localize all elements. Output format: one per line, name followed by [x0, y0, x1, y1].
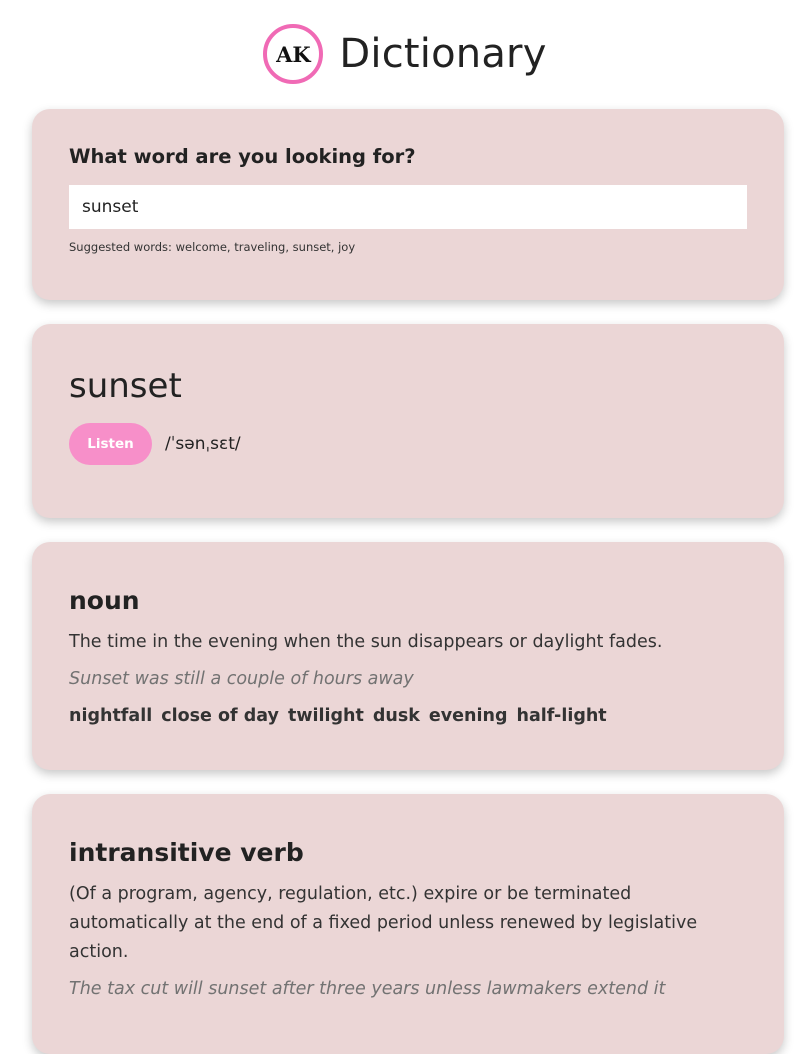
- part-of-speech: noun: [69, 586, 140, 615]
- search-card: What word are you looking for? Suggested…: [32, 109, 784, 300]
- phonetic-text: /ˈsənˌsɛt/: [165, 434, 241, 454]
- part-of-speech: intransitive verb: [69, 838, 304, 867]
- pronunciation-row: Listen /ˈsənˌsɛt/: [69, 423, 747, 465]
- word-card: sunset Listen /ˈsənˌsɛt/: [32, 324, 784, 518]
- suggested-words-hint: Suggested words: welcome, traveling, sun…: [69, 240, 356, 254]
- synonym[interactable]: twilight: [288, 706, 364, 726]
- synonyms-list: nightfall close of day twilight dusk eve…: [69, 706, 747, 726]
- search-heading: What word are you looking for?: [69, 145, 416, 168]
- app-header: AK Dictionary: [0, 24, 810, 84]
- synonym[interactable]: dusk: [373, 706, 420, 726]
- word-title: sunset: [69, 366, 182, 406]
- synonym[interactable]: half-light: [516, 706, 606, 726]
- example-sentence: The tax cut will sunset after three year…: [69, 979, 666, 999]
- synonym[interactable]: close of day: [161, 706, 279, 726]
- listen-button[interactable]: Listen: [69, 423, 152, 465]
- example-sentence: Sunset was still a couple of hours away: [69, 669, 414, 689]
- meaning-card-noun: noun The time in the evening when the su…: [32, 542, 784, 770]
- synonym[interactable]: nightfall: [69, 706, 152, 726]
- logo: AK: [263, 24, 324, 84]
- logo-text: AK: [276, 41, 311, 67]
- definition: (Of a program, agency, regulation, etc.)…: [69, 884, 698, 962]
- app-title: Dictionary: [339, 31, 547, 77]
- synonym[interactable]: evening: [429, 706, 508, 726]
- definition: The time in the evening when the sun dis…: [69, 632, 663, 652]
- search-input[interactable]: [69, 185, 747, 229]
- meaning-card-verb: intransitive verb (Of a program, agency,…: [32, 794, 784, 1054]
